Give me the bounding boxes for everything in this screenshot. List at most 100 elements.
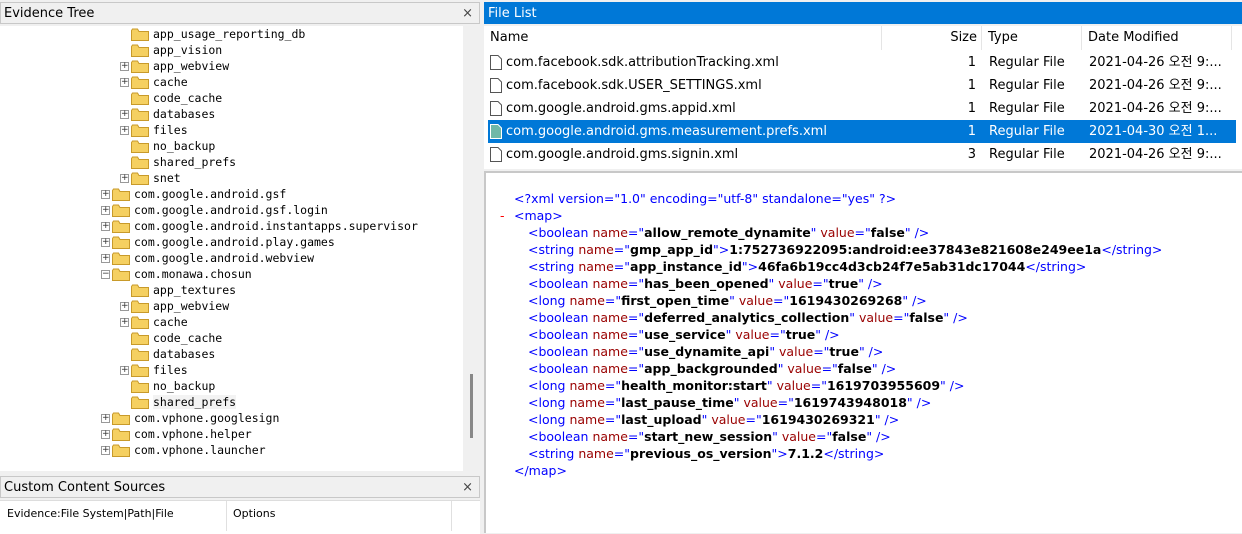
tree-node[interactable]: shared_prefs xyxy=(120,154,236,170)
custom-content-close-icon[interactable]: × xyxy=(462,477,473,499)
xml-punct: =" xyxy=(627,225,645,240)
xml-tag: </string> xyxy=(823,446,885,461)
tree-node[interactable]: no_backup xyxy=(120,378,215,394)
tree-node[interactable]: + com.google.android.instantapps.supervis… xyxy=(101,218,418,234)
tree-node[interactable]: + files xyxy=(120,362,188,378)
expand-icon[interactable]: + xyxy=(120,302,129,311)
expand-icon[interactable]: + xyxy=(101,414,110,423)
expand-icon[interactable]: + xyxy=(101,190,110,199)
tree-node[interactable]: + app_webview xyxy=(120,58,229,74)
tree-node[interactable]: − com.monawa.chosun xyxy=(101,266,252,282)
expand-icon[interactable]: + xyxy=(101,238,110,247)
expand-icon[interactable]: + xyxy=(101,430,110,439)
folder-icon xyxy=(112,236,130,249)
tree-node[interactable]: shared_prefs xyxy=(120,394,237,410)
tree-node-label: no_backup xyxy=(153,379,216,393)
file-row[interactable]: com.facebook.sdk.USER_SETTINGS.xml 1 Regul… xyxy=(488,74,1236,97)
xml-attr-name: name xyxy=(578,242,614,257)
folder-icon xyxy=(131,364,149,377)
tree-node[interactable]: databases xyxy=(120,346,215,362)
expand-icon[interactable]: + xyxy=(101,206,110,215)
file-name-cell: com.google.android.gms.signin.xml xyxy=(506,147,739,162)
tree-node[interactable]: + com.vphone.launcher xyxy=(101,442,266,458)
tree-node[interactable]: app_usage_reporting_db xyxy=(120,26,305,42)
column-header-size[interactable]: Size xyxy=(882,26,982,50)
file-row[interactable]: com.google.android.gms.signin.xml 3 Regula… xyxy=(488,143,1236,166)
evidence-tree-close-icon[interactable]: × xyxy=(462,3,473,25)
column-header-name[interactable]: Name xyxy=(484,26,882,50)
file-row[interactable]: com.google.android.gms.appid.xml 1 Regular… xyxy=(488,97,1236,120)
file-icon xyxy=(490,124,502,139)
tree-node[interactable]: + com.google.android.gsf xyxy=(101,186,286,202)
xml-attr-name: value xyxy=(731,327,770,342)
tree-node[interactable]: + files xyxy=(120,122,188,138)
xml-punct: =" xyxy=(627,276,645,291)
tree-node[interactable]: + com.google.android.play.games xyxy=(101,234,335,250)
xml-entry: <boolean name="app_backgrounded" value="… xyxy=(528,360,896,377)
tree-node[interactable]: code_cache xyxy=(120,90,222,106)
expand-icon[interactable]: + xyxy=(101,446,110,455)
custom-content-table[interactable]: Evidence:File System|Path|File Options xyxy=(0,500,480,534)
folder-icon xyxy=(131,124,149,137)
xml-value: true xyxy=(828,276,859,291)
column-header-type[interactable]: Type xyxy=(982,26,1082,50)
xml-attr-name: value xyxy=(772,378,811,393)
tree-node[interactable]: app_textures xyxy=(120,282,236,298)
xml-tag: </string> xyxy=(1101,242,1163,257)
xml-tag: </string> xyxy=(1025,259,1087,274)
scrollbar-thumb[interactable] xyxy=(470,374,473,438)
expand-icon[interactable]: + xyxy=(101,254,110,263)
evidence-tree[interactable]: app_usage_reporting_db app_vision + app_web… xyxy=(0,26,480,471)
collapse-toggle[interactable]: - xyxy=(500,207,505,224)
file-list[interactable]: Name Size Type Date Modified com.faceboo… xyxy=(484,26,1242,169)
xml-attr-name: name xyxy=(569,395,605,410)
xml-key: gmp_app_id xyxy=(630,242,714,257)
tree-node[interactable]: + snet xyxy=(120,170,181,186)
xml-key: start_new_session xyxy=(644,429,773,444)
tree-node[interactable]: + app_webview xyxy=(120,298,229,314)
xml-attr-name: name xyxy=(592,310,628,325)
custom-content-col-path[interactable]: Evidence:File System|Path|File xyxy=(7,507,174,520)
folder-icon xyxy=(112,268,130,281)
expand-icon[interactable]: + xyxy=(120,110,129,119)
tree-node[interactable]: + databases xyxy=(120,106,215,122)
xml-value: true xyxy=(785,327,816,342)
tree-node[interactable]: + com.vphone.googlesign xyxy=(101,410,279,426)
column-divider[interactable] xyxy=(451,501,452,531)
xml-punct: " /> xyxy=(871,361,897,376)
column-divider[interactable] xyxy=(226,501,227,531)
xml-tag: <long xyxy=(528,412,570,427)
evidence-tree-scrollbar[interactable] xyxy=(463,26,480,471)
expand-icon[interactable]: + xyxy=(120,318,129,327)
tree-node-label: shared_prefs xyxy=(153,395,237,409)
tree-node[interactable]: code_cache xyxy=(120,330,222,346)
tree-node[interactable]: + com.vphone.helper xyxy=(101,426,252,442)
xml-attr-name: name xyxy=(592,327,628,342)
file-row[interactable]: com.facebook.sdk.attributionTracking.xml… xyxy=(488,51,1236,74)
xml-key: app_backgrounded xyxy=(644,361,778,376)
tree-node[interactable]: + cache xyxy=(120,74,188,90)
expand-icon[interactable]: + xyxy=(120,366,129,375)
expand-icon[interactable]: + xyxy=(120,126,129,135)
expand-icon[interactable]: + xyxy=(120,62,129,71)
tree-node[interactable]: + cache xyxy=(120,314,188,330)
xml-punct: =" xyxy=(810,378,827,393)
tree-node-label: databases xyxy=(153,347,216,361)
xml-entry: <boolean name="use_service" value="true"… xyxy=(528,326,840,343)
file-row[interactable]: com.google.android.gms.measurement.prefs… xyxy=(488,120,1236,143)
tree-node[interactable]: + com.google.android.webview xyxy=(101,250,314,266)
custom-content-col-options[interactable]: Options xyxy=(233,507,275,520)
xml-content-viewer[interactable]: <?xml version="1.0" encoding="utf-8" sta… xyxy=(484,171,1242,533)
xml-punct: " /> xyxy=(858,344,884,359)
tree-node-label: com.vphone.launcher xyxy=(134,443,266,457)
expand-icon[interactable]: + xyxy=(101,222,110,231)
file-size-cell: 1 xyxy=(967,124,976,139)
expand-icon[interactable]: + xyxy=(120,174,129,183)
tree-node[interactable]: app_vision xyxy=(120,42,222,58)
column-header-date-modified[interactable]: Date Modified xyxy=(1082,26,1232,50)
tree-node[interactable]: no_backup xyxy=(120,138,215,154)
collapse-icon[interactable]: − xyxy=(101,270,110,279)
expand-icon[interactable]: + xyxy=(120,78,129,87)
tree-node[interactable]: + com.google.android.gsf.login xyxy=(101,202,328,218)
xml-value: 1619430269268 xyxy=(789,293,903,308)
